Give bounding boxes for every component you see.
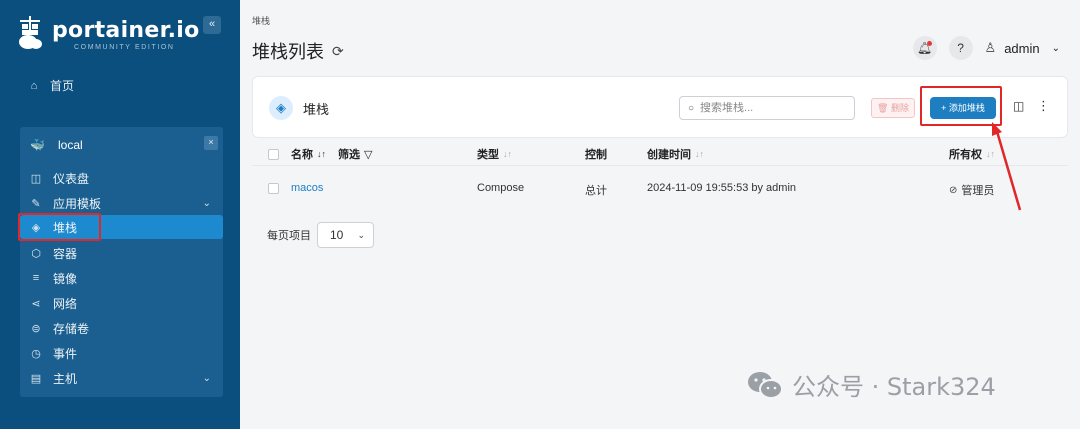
stacks-panel: ◈ 堆栈 ○ 🗑 删除 + 添加堆栈 ◫ ⋮ — [252, 76, 1068, 138]
brand[interactable]: portainer.io COMMUNITY EDITION — [18, 14, 228, 54]
home-icon: ⌂ — [30, 79, 38, 92]
sidebar: portainer.io COMMUNITY EDITION « ⌂ 首页 🐳 … — [0, 0, 240, 429]
stack-name-link[interactable]: macos — [291, 182, 323, 194]
table-row: macos Compose 总计 2024-11-09 19:55:53 by … — [252, 174, 1068, 202]
environment-panel: 🐳 local × ◫ 仪表盘 ✎ 应用模板 ⌄ ◈ 堆栈 ⬡ 容器 ≡ 镜像 ⋖ 网络 ⊜ 存储卷 ◷ 事件 ▤… — [20, 127, 223, 397]
sidebar-item[interactable]: ▤ 主机 ⌄ — [20, 366, 223, 390]
page-title-text: 堆栈列表 — [252, 42, 324, 62]
filter-label[interactable]: 筛选 — [338, 146, 360, 162]
docker-icon: 🐳 — [30, 138, 45, 152]
top-actions: 🔔︎ ? ♙ admin ⌄ — [912, 36, 1060, 60]
sidebar-item[interactable]: ≡ 镜像 — [20, 266, 223, 290]
box-icon: ⬡ — [31, 247, 41, 260]
pagination: 每页项目 10 ⌄ — [267, 222, 374, 248]
header-name-label: 名称 — [291, 149, 313, 161]
notifications-button[interactable]: 🔔︎ — [912, 36, 937, 60]
sidebar-item[interactable]: ✎ 应用模板 ⌄ — [20, 191, 223, 215]
sidebar-item[interactable]: ⋖ 网络 — [20, 291, 223, 315]
brand-name: portainer.io — [52, 18, 200, 43]
highlight-box-stacks — [18, 213, 101, 241]
user-menu[interactable]: ♙ admin ⌄ — [985, 40, 1060, 56]
sort-icon: ↓↑ — [695, 149, 704, 159]
dashboard-icon: ◫ — [30, 172, 42, 185]
refresh-icon[interactable]: ⟳ — [332, 43, 344, 60]
sidebar-item[interactable]: ⬡ 容器 — [20, 241, 223, 265]
user-icon: ♙ — [984, 40, 997, 55]
header-control: 控制 — [585, 146, 607, 162]
help-icon: ? — [957, 41, 964, 55]
close-environment-button[interactable]: × — [204, 136, 218, 150]
search-icon: ○ — [688, 102, 695, 114]
header-name[interactable]: 名称 ↓↑ 筛选 ▽ — [268, 146, 372, 162]
environment-name: local — [58, 138, 83, 152]
header-type[interactable]: 类型 ↓↑ — [477, 146, 512, 162]
breadcrumb[interactable]: 堆栈 — [252, 14, 270, 27]
sidebar-item-home[interactable]: ⌂ 首页 — [28, 77, 74, 94]
user-name: admin — [1004, 40, 1040, 56]
portainer-logo-icon — [19, 16, 42, 49]
chevron-down-icon: ⌄ — [1051, 42, 1060, 54]
row-checkbox[interactable] — [268, 182, 279, 194]
sidebar-item-label: 首页 — [50, 79, 75, 93]
panel-title: ◈ 堆栈 — [269, 96, 329, 120]
sidebar-item-label: 应用模板 — [53, 196, 102, 211]
database-icon: ⊜ — [31, 322, 41, 335]
delete-button[interactable]: 🗑 删除 — [871, 98, 915, 118]
row-name: macos — [268, 182, 323, 194]
search-field[interactable]: ○ — [679, 96, 855, 120]
sidebar-item-label: 镜像 — [53, 271, 78, 286]
help-button[interactable]: ? — [948, 36, 973, 60]
panel-title-text: 堆栈 — [303, 101, 330, 117]
table-header: 名称 ↓↑ 筛选 ▽ 类型 ↓↑ 控制 创建时间 ↓↑ 所有权 ↓↑ — [252, 138, 1068, 166]
layers-icon: ◈ — [269, 96, 293, 120]
row-type: Compose — [477, 182, 525, 194]
sidebar-item-label: 仪表盘 — [53, 171, 90, 186]
items-per-page-select[interactable]: 10 ⌄ — [317, 222, 374, 248]
header-type-label: 类型 — [477, 149, 499, 161]
history-icon: ◷ — [31, 347, 41, 360]
environment-header: 🐳 local × — [30, 135, 218, 155]
row-created: 2024-11-09 19:55:53 by admin — [647, 182, 797, 194]
watermark: 公众号 · Stark324 — [746, 367, 996, 402]
more-vertical-icon[interactable]: ⋮ — [1037, 98, 1050, 114]
columns-icon[interactable]: ◫ — [1013, 99, 1024, 113]
sidebar-item-label: 主机 — [53, 371, 78, 386]
row-control: 总计 — [585, 185, 607, 197]
filter-icon[interactable]: ▽ — [364, 148, 372, 161]
sidebar-item[interactable]: ◫ 仪表盘 — [20, 166, 223, 190]
search-input[interactable] — [700, 102, 841, 114]
header-created-label: 创建时间 — [647, 149, 691, 161]
sidebar-item-label: 网络 — [53, 296, 78, 311]
eye-off-icon: ⊘ — [949, 184, 958, 196]
chevron-down-icon: ⌄ — [202, 197, 211, 209]
sort-icon: ↓↑ — [503, 149, 512, 159]
header-control-label: 控制 — [585, 149, 607, 161]
watermark-text: 公众号 · Stark324 — [792, 373, 996, 401]
brand-edition: COMMUNITY EDITION — [74, 44, 175, 51]
header-created[interactable]: 创建时间 ↓↑ — [647, 146, 704, 162]
annotation-arrow-icon — [992, 122, 1022, 211]
sidebar-item-label: 容器 — [53, 246, 78, 261]
collapse-sidebar-button[interactable]: « — [203, 16, 221, 34]
sidebar-item[interactable]: ◷ 事件 — [20, 341, 223, 365]
page-title: 堆栈列表 ⟳ — [252, 38, 344, 64]
sort-icon: ↓↑ — [317, 149, 326, 159]
chevron-down-icon: ⌄ — [357, 229, 365, 240]
sidebar-item[interactable]: ⊜ 存储卷 — [20, 316, 223, 340]
list-icon: ≡ — [32, 272, 40, 284]
notification-dot — [926, 41, 932, 46]
header-ownership-label: 所有权 — [949, 149, 982, 161]
select-all-checkbox[interactable] — [268, 148, 279, 160]
items-per-page-value: 10 — [330, 228, 344, 242]
items-per-page-label: 每页项目 — [267, 230, 311, 242]
edit-icon: ✎ — [31, 197, 41, 210]
server-icon: ▤ — [30, 372, 42, 385]
sidebar-item-label: 存储卷 — [53, 321, 90, 336]
share-icon: ⋖ — [31, 297, 41, 310]
sidebar-item-label: 事件 — [53, 346, 78, 361]
wechat-icon — [748, 371, 783, 399]
chevron-down-icon: ⌄ — [202, 372, 211, 384]
